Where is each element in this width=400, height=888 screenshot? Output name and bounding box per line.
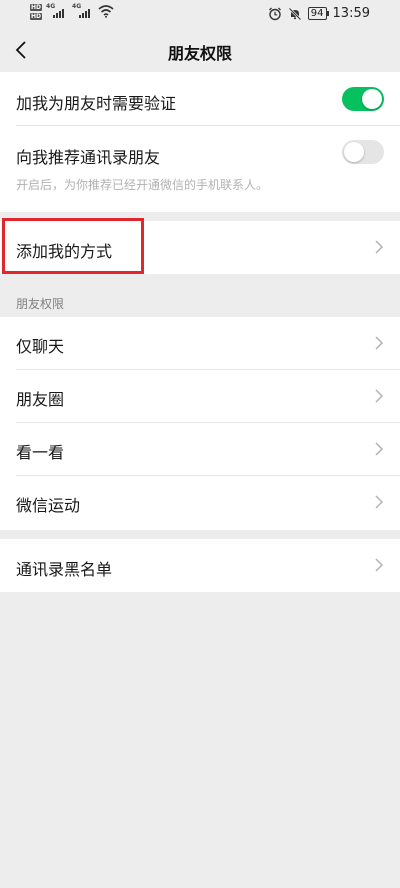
recommend-contacts-hint: 开启后，为你推荐已经开通微信的手机联系人。: [16, 178, 269, 192]
friend-permissions-group: 仅聊天 朋友圈 看一看 微信运动: [0, 317, 400, 530]
require-verify-toggle[interactable]: [342, 87, 384, 111]
wifi-icon: [98, 5, 114, 18]
mute-icon: [288, 7, 302, 20]
status-right: 94 13:59: [268, 6, 370, 21]
recommend-contacts-row: 向我推荐通讯录朋友 开启后，为你推荐已经开通微信的手机联系人。: [0, 126, 400, 212]
list-item-label: 朋友圈: [16, 390, 65, 409]
verify-settings-group: 加我为朋友时需要验证 向我推荐通讯录朋友 开启后，为你推荐已经开通微信的手机联系…: [0, 72, 400, 212]
signal-icon: 4G: [72, 4, 94, 18]
battery-indicator: 94: [307, 7, 329, 20]
section-header-friend-permissions: 朋友权限: [16, 297, 65, 311]
list-item-label: 微信运动: [16, 496, 81, 515]
nav-bar: 朋友权限: [0, 28, 400, 72]
page-title: 朋友权限: [167, 44, 232, 63]
list-item[interactable]: 仅聊天: [0, 317, 400, 370]
toggle-knob: [344, 142, 364, 162]
hd-badge: HD: [30, 13, 43, 20]
list-item[interactable]: 朋友圈: [0, 370, 400, 423]
status-bar: HD HD 4G 4G 94 13:59: [0, 0, 400, 28]
chevron-right-icon: [375, 240, 384, 254]
require-verify-row: 加我为朋友时需要验证: [0, 72, 400, 126]
recommend-contacts-toggle[interactable]: [342, 140, 384, 164]
blacklist-group: 通讯录黑名单: [0, 539, 400, 592]
toggle-knob: [362, 89, 382, 109]
blacklist-label: 通讯录黑名单: [16, 560, 113, 579]
highlight-annotation: [2, 218, 144, 274]
list-item-label: 仅聊天: [16, 337, 65, 356]
chevron-right-icon: [375, 336, 384, 350]
chevron-right-icon: [375, 389, 384, 403]
clock: 13:59: [332, 6, 370, 21]
require-verify-label: 加我为朋友时需要验证: [16, 94, 177, 113]
chevron-right-icon: [375, 442, 384, 456]
hd-badge: HD: [30, 4, 43, 11]
blacklist-row[interactable]: 通讯录黑名单: [0, 539, 400, 592]
chevron-right-icon: [375, 495, 384, 509]
list-item-label: 看一看: [16, 443, 65, 462]
alarm-icon: [268, 7, 281, 20]
list-item[interactable]: 微信运动: [0, 476, 400, 530]
status-left: HD HD 4G 4G: [30, 4, 114, 20]
recommend-contacts-label: 向我推荐通讯录朋友: [16, 148, 161, 167]
chevron-right-icon: [375, 558, 384, 572]
list-item[interactable]: 看一看: [0, 423, 400, 476]
signal-icon: 4G: [46, 4, 68, 18]
